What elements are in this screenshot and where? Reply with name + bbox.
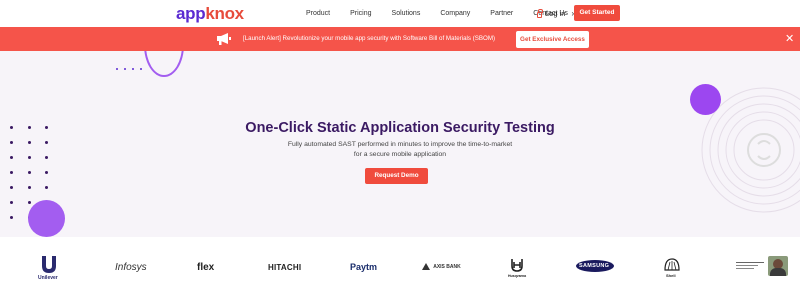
axis-bank-icon (422, 263, 430, 270)
logo-text-app: app (176, 4, 206, 23)
hitachi-logo: HITACHI (268, 263, 302, 272)
shell-logo: Shell (664, 258, 680, 278)
client-logos: Unilever Infosys flex HITACHI Paytm AXIS… (0, 250, 800, 290)
husqvarna-logo: Husqvarna (508, 258, 527, 279)
husqvarna-wordmark: Husqvarna (508, 274, 527, 278)
launch-alert-banner: [Launch Alert] Revolutionize your mobile… (0, 27, 800, 51)
megaphone-icon (217, 33, 231, 45)
login-label: Log in (545, 9, 566, 18)
appknox-logo[interactable]: appknox (176, 4, 244, 24)
axis-bank-logo: AXIS BANK (422, 263, 461, 270)
flex-logo: flex (197, 262, 215, 273)
shell-wordmark: Shell (666, 273, 676, 278)
get-exclusive-access-button[interactable]: Get Exclusive Access (516, 31, 589, 48)
samsung-logo: SAMSUNG (576, 260, 614, 272)
unilever-icon (42, 256, 56, 273)
hero-subtitle-line2: for a secure mobile application (353, 151, 447, 158)
menu-item-pricing[interactable]: Pricing (350, 10, 371, 17)
partner-logo-small-text (736, 262, 764, 270)
close-icon[interactable]: ✕ (785, 32, 794, 45)
decorative-circle (28, 200, 65, 237)
hero-section: One-Click Static Application Security Te… (0, 51, 800, 237)
lock-icon (537, 8, 543, 18)
get-started-button[interactable]: Get Started (574, 5, 620, 21)
top-nav: appknox Product Pricing Solutions Compan… (0, 0, 800, 27)
hero-title: One-Click Static Application Security Te… (245, 120, 555, 136)
menu-item-company[interactable]: Company (440, 10, 470, 17)
request-demo-button[interactable]: Request Demo (365, 168, 428, 184)
infosys-logo: Infosys (115, 262, 147, 273)
banner-text: [Launch Alert] Revolutionize your mobile… (243, 35, 496, 42)
unilever-wordmark: Unilever (38, 275, 58, 281)
menu-item-partner[interactable]: Partner (490, 10, 513, 17)
husqvarna-icon (511, 259, 523, 272)
paytm-logo: Paytm (350, 262, 378, 272)
login-link[interactable]: Log in › (537, 8, 574, 18)
chat-avatar[interactable] (768, 256, 788, 276)
hero-subtitle-line1: Fully automated SAST performed in minute… (287, 141, 513, 148)
samsung-wordmark: SAMSUNG (579, 263, 610, 269)
decorative-arc (144, 51, 184, 77)
unilever-logo: Unilever (38, 254, 60, 281)
axis-bank-wordmark: AXIS BANK (433, 263, 461, 270)
hero-subtitle: Fully automated SAST performed in minute… (275, 140, 525, 160)
logo-text-knox: knox (205, 4, 244, 23)
decorative-circle-right (690, 84, 721, 115)
menu-item-product[interactable]: Product (306, 10, 330, 17)
shell-icon (664, 258, 680, 271)
menu-item-solutions[interactable]: Solutions (392, 10, 421, 17)
